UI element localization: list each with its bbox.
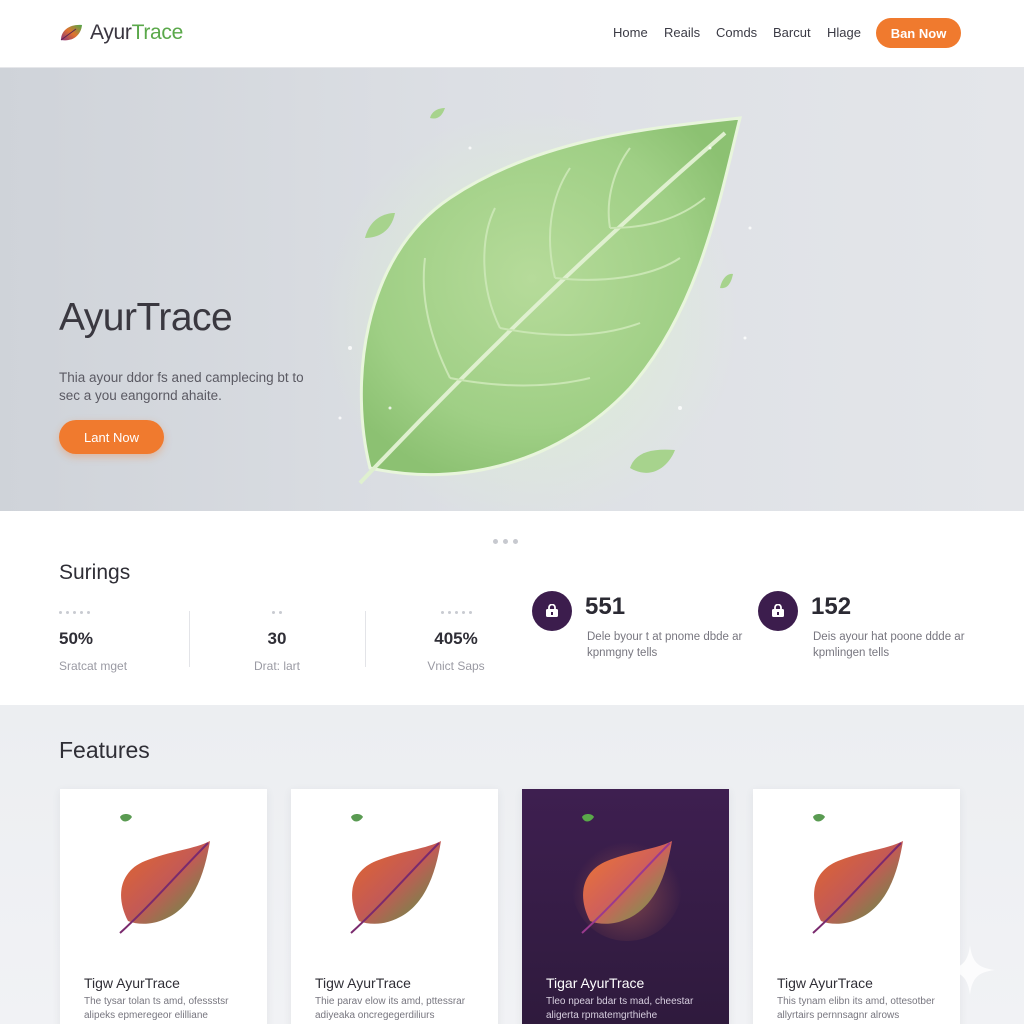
metric-value: 551 [585, 593, 626, 620]
nav-link-reails[interactable]: Reails [664, 25, 700, 40]
carousel-pager[interactable] [493, 539, 518, 544]
stat-item: 50% Sratcat mget [59, 611, 189, 673]
feature-card[interactable]: Tigw AyurTrace Thie parav elow its amd, … [291, 789, 498, 1024]
stat-value: 50% [59, 629, 94, 648]
card-description: This tynam elibn its amd, ottesotber all… [777, 996, 935, 1021]
hero-subtitle: Thia ayour ddor fs aned camplecing bt to… [59, 370, 304, 403]
card-title: Tigw AyurTrace [84, 975, 180, 991]
divider [365, 611, 366, 667]
features-title: Features [59, 737, 150, 763]
card-title: Tigar AyurTrace [546, 975, 645, 991]
nav-link-barcut[interactable]: Barcut [773, 25, 811, 40]
nav-link-comds[interactable]: Comds [716, 25, 757, 40]
rainbow-leaf-icon [572, 814, 682, 941]
card-title: Tigw AyurTrace [777, 975, 873, 991]
hero-cta-button[interactable]: Lant Now [59, 420, 164, 454]
dots-decoration [59, 611, 189, 617]
stat-item: 405% Vnict Saps [423, 611, 489, 673]
metric-value: 152 [811, 593, 852, 620]
card-title: Tigw AyurTrace [315, 975, 411, 991]
dots-decoration [423, 611, 489, 617]
rainbow-leaf-icon [812, 814, 903, 934]
header-cta-button[interactable]: Ban Now [876, 18, 961, 48]
nav-link-hlage[interactable]: Hlage [827, 25, 861, 40]
stat-value: 405% [434, 629, 478, 648]
stat-label: Sratcat mget [59, 659, 128, 673]
metric-description: Deis ayour hat poone ddde ar kpmlingen t… [813, 631, 965, 659]
feature-card[interactable]: Tigw AyurTrace The tysar tolan ts amd, o… [60, 789, 267, 1024]
main-nav: Home Reails Comds Barcut Hlage [0, 25, 1024, 45]
stat-label: Vnict Saps [427, 659, 485, 673]
features-section: Features Tigw AyurTrace The tysar tolan … [0, 705, 1024, 1024]
stat-label: Drat: lart [253, 659, 300, 673]
dots-decoration [253, 611, 301, 617]
stat-value: 30 [267, 629, 287, 648]
sparkle-icon [945, 945, 995, 995]
metric-description: Dele byour t at pnome dbde ar kpnmgny te… [587, 631, 743, 659]
site-header: AyurTrace Home Reails Comds Barcut Hlage… [0, 0, 1024, 68]
hero-section: AyurTrace Thia ayour ddor fs aned cample… [0, 68, 1024, 511]
lock-icon [532, 591, 572, 631]
nav-link-home[interactable]: Home [613, 25, 648, 40]
hero-title: AyurTrace [59, 296, 233, 339]
lock-icon [758, 591, 798, 631]
divider [189, 611, 190, 667]
feature-card-highlighted[interactable]: Tigar AyurTrace Tleo npear bdar ts mad, … [522, 789, 729, 1024]
stat-item: 30 Drat: lart [253, 611, 301, 673]
stats-section: Surings 50% Sratcat mget 30 Drat: lart 4… [0, 511, 1024, 705]
rainbow-leaf-icon [119, 814, 210, 934]
card-description: The tysar tolan ts amd, ofessstsr alipek… [84, 996, 229, 1021]
rainbow-leaf-icon [350, 814, 441, 934]
card-description: Tleo npear bdar ts mad, cheestar aligert… [546, 996, 694, 1021]
stats-title: Surings [59, 561, 131, 584]
card-description: Thie parav elow its amd, pttessrar adiye… [315, 996, 466, 1021]
feature-card[interactable]: Tigw AyurTrace This tynam elibn its amd,… [753, 789, 960, 1024]
glowing-leaf-illustration [338, 108, 752, 485]
